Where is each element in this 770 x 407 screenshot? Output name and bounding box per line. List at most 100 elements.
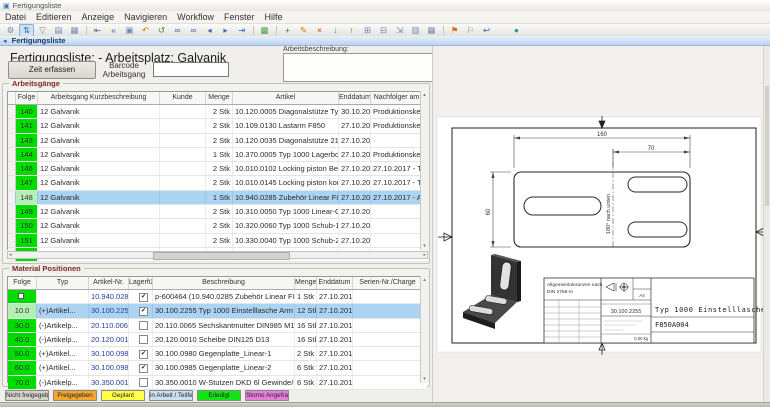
table-row[interactable]: 14912 Galvanik2 Stk10.310.0050 Typ 1000 … [8, 205, 427, 219]
row-selector[interactable] [8, 119, 16, 132]
help-icon[interactable]: ● [509, 24, 524, 37]
legend-in-arbeit-teilfertig[interactable]: in Arbeit / Teilfertig [149, 390, 193, 401]
row-selector[interactable] [8, 134, 16, 147]
scrollbar-thumb[interactable] [153, 252, 290, 260]
row-selector[interactable] [8, 162, 16, 175]
column-header[interactable]: Kunde [160, 92, 206, 104]
flag-icon[interactable]: ⚑ [447, 24, 462, 37]
menu-editieren[interactable]: Editieren [31, 11, 77, 24]
scroll-right-icon[interactable]: ▸ [423, 252, 426, 258]
table-icon[interactable]: ▦ [424, 24, 439, 37]
row-selector[interactable] [8, 105, 16, 118]
arrow-down-icon[interactable]: ↓ [328, 24, 343, 37]
row-selector[interactable] [8, 191, 16, 204]
list-view-icon[interactable]: ▤ [51, 24, 66, 37]
scroll-up-icon[interactable]: ▴ [421, 277, 428, 283]
filter-icon[interactable]: ▽ [35, 24, 50, 37]
legend-nicht-freigegeben[interactable]: Nicht freigegeben [5, 390, 49, 401]
column-header[interactable]: Folge [8, 277, 37, 289]
menu-workflow[interactable]: Workflow [172, 11, 219, 24]
checkbox-unchecked-icon[interactable] [139, 335, 148, 344]
table-row[interactable]: 14312 Galvanik2 Stk10.120.0035 Diagonals… [8, 134, 427, 148]
table-row[interactable]: 40.0(-)Artikelp...20.120.001020.120.0010… [8, 333, 427, 347]
checkbox-unchecked-icon[interactable] [139, 321, 148, 330]
table-row[interactable]: 14012 Galvanik2 Stk10.120.0005 Diagonals… [8, 105, 427, 119]
table-row[interactable]: 15112 Galvanik2 Stk10.330.0040 Typ 1000 … [8, 234, 427, 248]
report-icon[interactable]: ▥ [408, 24, 423, 37]
grid-view-icon[interactable]: ▦ [67, 24, 82, 37]
legend-erledigt[interactable]: Erledigt [197, 390, 241, 401]
column-header[interactable]: Typ [37, 277, 89, 289]
table-row[interactable]: 50.0(+)Artikel...30.100.0980✔30.100.0980… [8, 347, 427, 361]
menu-hilfe[interactable]: Hilfe [259, 11, 287, 24]
window-icon[interactable]: ⊞ [360, 24, 375, 37]
menu-fenster[interactable]: Fenster [219, 11, 260, 24]
table-row[interactable]: 14712 Galvanik2 Stk10.010.0145 Locking p… [8, 176, 427, 190]
column-header[interactable]: Folge [16, 92, 38, 104]
table-row[interactable]: 14112 Galvanik2 Stk10.109.0130 Lastarm F… [8, 119, 427, 133]
prev-fast-icon[interactable]: « [106, 24, 121, 37]
legend-freigegeben[interactable]: Freigegeben [53, 390, 97, 401]
first-record-icon[interactable]: ⇤ [90, 24, 105, 37]
table-row[interactable]: 14812 Galvanik1 Stk10.940.0285 Zubehör L… [8, 191, 427, 205]
row-selector[interactable] [8, 219, 16, 232]
table-row[interactable]: 60.0(+)Artikel...30.100.0985✔30.100.0985… [8, 361, 427, 375]
material-vscrollbar[interactable]: ▴ ▾ [420, 276, 428, 383]
table-row[interactable]: 15012 Galvanik2 Stk10.320.0060 Typ 1000 … [8, 219, 427, 233]
export-icon[interactable]: ⇲ [392, 24, 407, 37]
checkbox-unchecked-icon[interactable] [139, 378, 148, 387]
column-header[interactable]: Serien-Nr./Charge [353, 277, 423, 289]
column-header[interactable]: Enddatum [339, 92, 371, 104]
prev-record-icon[interactable]: ◂ [202, 24, 217, 37]
table-row[interactable]: 14612 Galvanik2 Stk10.010.0102 Locking p… [8, 162, 427, 176]
menu-navigieren[interactable]: Navigieren [119, 11, 172, 24]
column-header[interactable]: Nachfolger am [371, 92, 423, 104]
sort-icon[interactable]: ⇅ [19, 24, 34, 37]
save-icon[interactable]: ▣ [122, 24, 137, 37]
search-next-icon[interactable]: ∞ [186, 24, 201, 37]
barcode-input[interactable] [153, 62, 229, 77]
arbeitsgaenge-vscrollbar[interactable]: ▴ ▾ [420, 91, 428, 250]
last-record-icon[interactable]: ⇥ [234, 24, 249, 37]
table-row[interactable]: 14412 Galvanik1 Stk10.370.0005 Typ 1000 … [8, 148, 427, 162]
checkbox-checked-icon[interactable]: ✔ [139, 350, 148, 359]
scroll-down-icon[interactable]: ▾ [421, 243, 428, 249]
detail-icon[interactable]: ⊟ [376, 24, 391, 37]
table-row[interactable]: 10.0(+)Artikel...30.100.2255✔30.100.2255… [8, 304, 427, 318]
scroll-up-icon[interactable]: ▴ [421, 92, 428, 98]
scroll-left-icon[interactable]: ◂ [9, 252, 12, 258]
column-header[interactable]: Lagerführung [129, 277, 153, 289]
column-header[interactable]: Menge [206, 92, 233, 104]
menu-datei[interactable]: Datei [0, 11, 31, 24]
zeit-erfassen-button[interactable]: Zeit erfassen [8, 61, 96, 79]
column-header[interactable]: Artikel [233, 92, 339, 104]
row-selector[interactable] [8, 234, 16, 247]
process-icon[interactable]: ⚙ [3, 24, 18, 37]
table-row[interactable]: 30.0(-)Artikelp...20.110.006520.110.0065… [8, 319, 427, 333]
window-vscrollbar[interactable] [763, 46, 770, 402]
menu-anzeige[interactable]: Anzeige [77, 11, 120, 24]
refresh-icon[interactable]: ↺ [154, 24, 169, 37]
add-icon[interactable]: + [280, 24, 295, 37]
legend-geplant[interactable]: Geplant [101, 390, 145, 401]
edit-icon[interactable]: ✎ [296, 24, 311, 37]
table-row[interactable]: 70.0(-)Artikelp...30.350.001030.350.0010… [8, 376, 427, 390]
undo-icon[interactable]: ↶ [138, 24, 153, 37]
undo-all-icon[interactable]: ↩ [479, 24, 494, 37]
checkbox-checked-icon[interactable]: ✔ [139, 307, 148, 316]
scrollbar-thumb[interactable] [765, 86, 769, 206]
scroll-down-icon[interactable]: ▾ [421, 376, 428, 382]
column-header[interactable]: Enddatum [317, 277, 353, 289]
search-icon[interactable]: ∞ [170, 24, 185, 37]
checkbox-checked-icon[interactable]: ✔ [139, 364, 148, 373]
arrow-up-icon[interactable]: ↑ [344, 24, 359, 37]
flag-outline-icon[interactable]: ⚐ [463, 24, 478, 37]
column-header[interactable]: Arbeitsgang Kurzbeschreibung [38, 92, 160, 104]
arbeitsbeschreibung-box[interactable] [283, 53, 434, 82]
arbeitsgaenge-hscrollbar[interactable]: ◂ ▸ [7, 251, 428, 259]
next-record-icon[interactable]: ▸ [218, 24, 233, 37]
legend-storno-angefragt[interactable]: Storno Angefragt [245, 390, 289, 401]
row-selector[interactable] [8, 176, 16, 189]
column-header[interactable]: Beschreibung [153, 277, 295, 289]
checkbox-checked-icon[interactable]: ✔ [139, 293, 148, 302]
